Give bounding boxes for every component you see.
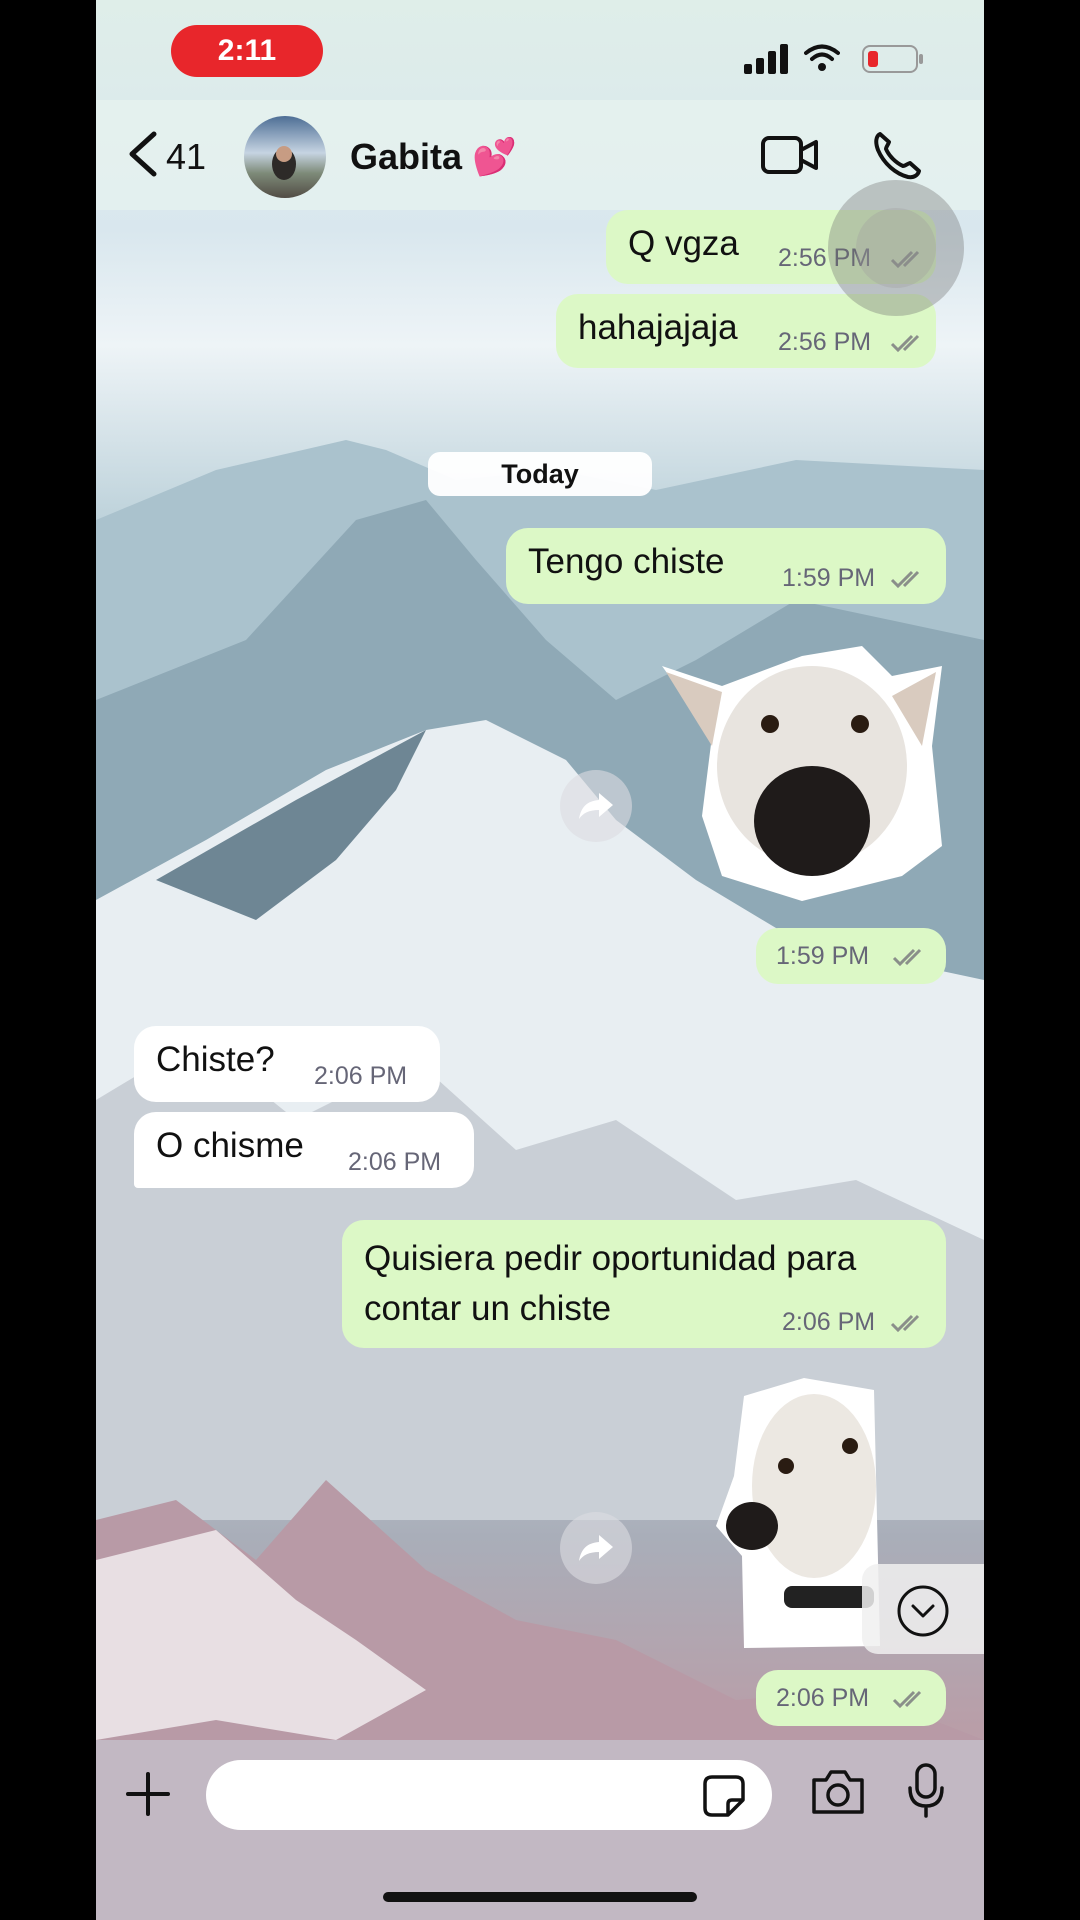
message-text: Chiste? (156, 1040, 275, 1079)
chat-screen: 2:11 41 Gabita 💕 Q vgza 2:56 PM hahajaja… (96, 0, 984, 1920)
message-text: Tengo chiste (528, 542, 725, 581)
battery-icon (862, 45, 923, 73)
phone-icon[interactable] (872, 130, 922, 180)
message-text: hahajajaja (578, 308, 738, 347)
message-bubble-outgoing[interactable]: Tengo chiste 1:59 PM (506, 528, 946, 604)
forward-arrow-icon[interactable] (560, 1512, 632, 1584)
camera-icon[interactable] (810, 1768, 866, 1816)
sticker-timestamp: 2:06 PM (756, 1670, 946, 1726)
double-check-icon (892, 1690, 922, 1709)
microphone-icon[interactable] (906, 1762, 946, 1818)
wifi-icon (804, 44, 840, 71)
plus-icon[interactable] (124, 1770, 172, 1818)
message-time: 2:06 PM (314, 1062, 408, 1090)
message-bubble-outgoing[interactable]: Quisiera pedir oportunidad para contar u… (342, 1220, 946, 1348)
message-time: 2:06 PM (776, 1684, 870, 1712)
sticker-icon[interactable] (702, 1774, 746, 1818)
double-check-icon (890, 1314, 920, 1333)
dog-sticker[interactable] (652, 636, 952, 906)
video-camera-icon[interactable] (760, 134, 820, 176)
date-divider: Today (428, 452, 652, 496)
double-check-icon (890, 570, 920, 589)
status-bar: 2:11 (96, 0, 984, 100)
signal-icon (744, 44, 788, 74)
double-check-icon (892, 948, 922, 967)
scroll-to-bottom-button[interactable] (862, 1564, 984, 1654)
message-time: 2:56 PM (778, 328, 872, 356)
chevron-left-icon[interactable] (114, 128, 174, 180)
message-bubble-incoming[interactable]: Chiste? 2:06 PM (134, 1026, 440, 1102)
double-check-icon (890, 334, 920, 353)
message-time: 2:06 PM (782, 1308, 876, 1336)
home-indicator (383, 1892, 697, 1902)
message-text: Q vgza (628, 224, 739, 263)
back-count[interactable]: 41 (166, 136, 206, 178)
avatar[interactable] (244, 116, 326, 198)
message-input[interactable] (206, 1760, 772, 1830)
contact-name[interactable]: Gabita 💕 (350, 136, 517, 178)
message-time: 2:06 PM (348, 1148, 442, 1176)
message-time: 1:59 PM (782, 564, 876, 592)
touch-indicator (828, 180, 964, 316)
sticker-timestamp: 1:59 PM (756, 928, 946, 984)
message-time: 1:59 PM (776, 942, 870, 970)
status-time: 2:11 (171, 25, 323, 77)
forward-arrow-icon[interactable] (560, 770, 632, 842)
chevron-down-circle-icon (897, 1585, 949, 1637)
chat-header: 41 Gabita 💕 (96, 100, 984, 210)
message-text: O chisme (156, 1126, 304, 1165)
message-bubble-incoming[interactable]: O chisme 2:06 PM (134, 1112, 474, 1188)
dog-sticker[interactable] (714, 1376, 884, 1652)
